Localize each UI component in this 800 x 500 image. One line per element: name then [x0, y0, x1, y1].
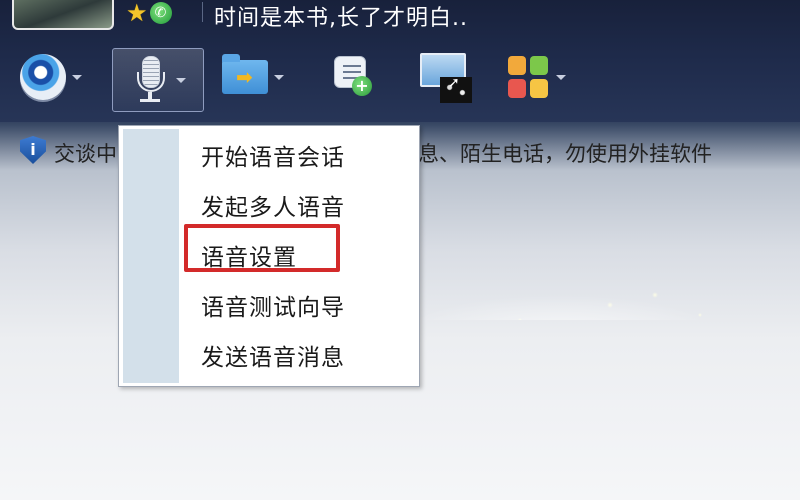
chevron-down-icon[interactable] — [176, 77, 186, 83]
contact-signature: 时间是本书,长了才明白.. — [214, 6, 468, 31]
file-transfer-tool-button[interactable]: ➡ — [222, 44, 284, 110]
status-icons: ★ ✆ — [126, 0, 172, 26]
create-note-tool-button[interactable]: + — [332, 44, 374, 110]
voice-tool-button[interactable] — [112, 48, 204, 112]
apps-grid-icon — [508, 56, 550, 98]
remote-screen-tool-button[interactable]: ➚ — [418, 44, 472, 110]
info-text-left: 交谈中 — [54, 142, 117, 166]
note-add-icon: + — [332, 54, 374, 100]
highlight-annotation-box — [184, 224, 340, 272]
screen-share-icon: ➚ — [418, 51, 472, 103]
menu-item-group-voice[interactable]: 发起多人语音 — [201, 188, 345, 222]
avatar[interactable] — [12, 0, 114, 30]
star-icon[interactable]: ★ — [126, 1, 148, 25]
phone-icon[interactable]: ✆ — [149, 2, 172, 24]
webcam-icon — [20, 54, 66, 100]
microphone-icon — [130, 54, 170, 106]
camera-tool-button[interactable] — [20, 44, 82, 110]
chevron-down-icon[interactable] — [72, 74, 82, 80]
menu-item-send-voice-message[interactable]: 发送语音消息 — [201, 338, 345, 372]
menu-item-voice-test-wizard[interactable]: 语音测试向导 — [201, 288, 345, 322]
chat-window-header: ★ ✆ 时间是本书,长了才明白.. ➡ + ➚ — [0, 0, 800, 122]
apps-tool-button[interactable] — [508, 44, 566, 110]
info-text-right: 息、陌生电话，勿使用外挂软件 — [418, 142, 712, 166]
menu-icon-gutter — [123, 129, 179, 383]
menu-item-start-voice[interactable]: 开始语音会话 — [201, 138, 345, 172]
chevron-down-icon[interactable] — [556, 74, 566, 80]
header-divider — [202, 2, 203, 22]
shield-info-icon: i — [20, 136, 46, 164]
folder-send-icon: ➡ — [222, 54, 268, 94]
chat-toolbar: ➡ + ➚ — [0, 44, 800, 116]
chevron-down-icon[interactable] — [274, 74, 284, 80]
